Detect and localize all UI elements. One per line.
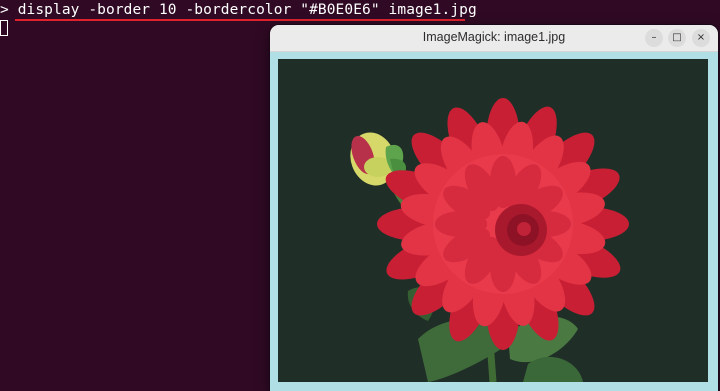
maximize-icon: □ [672,32,682,43]
command-text: display -border 10 -bordercolor "#B0E0E6… [17,2,477,18]
dahlia-photo [278,59,708,382]
close-icon: × [696,32,706,43]
terminal-cursor [0,20,8,36]
command-underline [15,19,465,21]
imagemagick-window[interactable]: ImageMagick: image1.jpg – □ × [270,25,718,391]
prompt-symbol: > [0,2,9,18]
image-border-area [270,52,718,391]
dahlia-image [278,59,708,382]
minimize-button[interactable]: – [645,29,663,47]
window-titlebar[interactable]: ImageMagick: image1.jpg – □ × [270,25,718,52]
command-line: > display -border 10 -bordercolor "#B0E0… [0,1,477,19]
close-button[interactable]: × [692,29,710,47]
minimize-icon: – [651,32,657,43]
maximize-button[interactable]: □ [668,29,686,47]
